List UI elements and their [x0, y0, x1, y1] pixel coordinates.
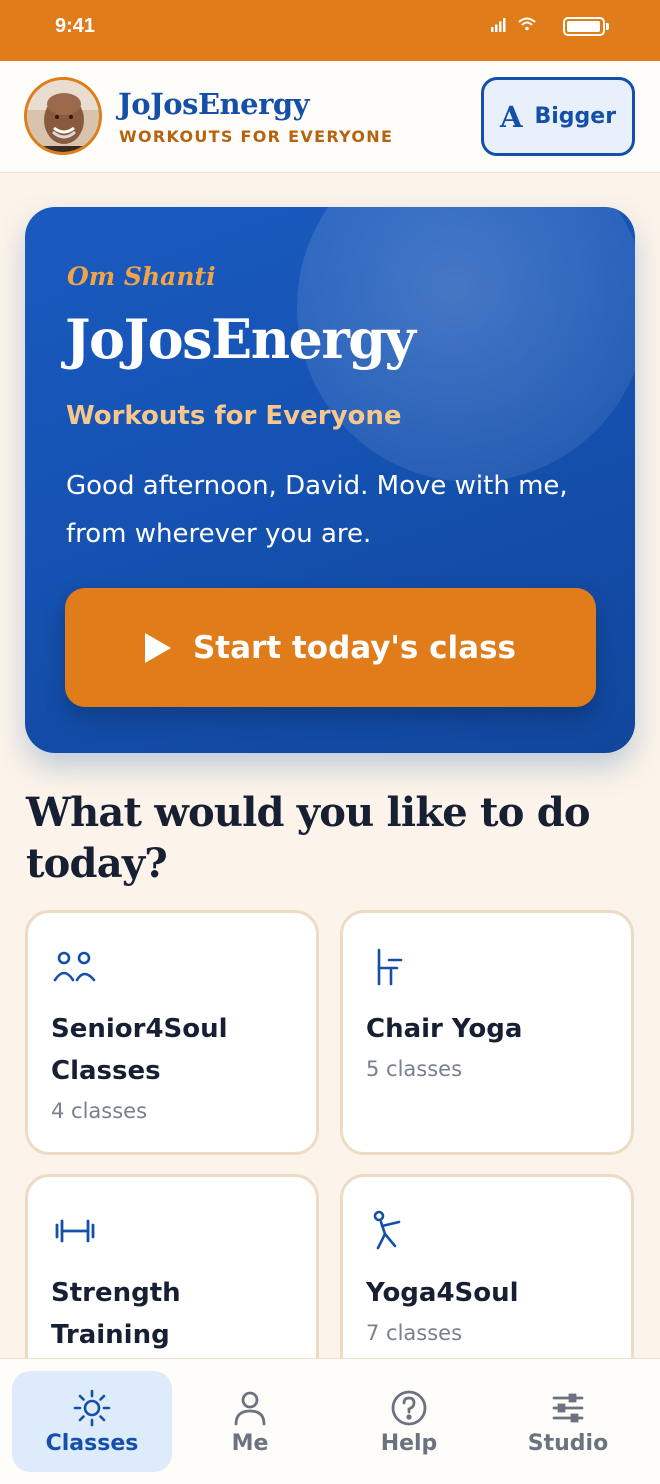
tab-studio[interactable]: Studio: [488, 1371, 648, 1472]
bottom-tab-bar: Classes Me Help Studio: [0, 1358, 660, 1484]
battery-icon: [563, 17, 609, 36]
brand-title: JoJosEnergy: [118, 87, 310, 121]
avatar[interactable]: [24, 77, 102, 155]
avatar-photo: [27, 80, 99, 152]
hero-title: JoJosEnergy: [65, 307, 416, 371]
tab-me[interactable]: Me: [170, 1371, 330, 1472]
help-icon: [391, 1390, 427, 1426]
person-icon: [234, 1391, 266, 1426]
category-name: Yoga4Soul: [366, 1278, 519, 1308]
category-count: 5 classes: [366, 1057, 463, 1081]
status-bar: 9:41: [0, 0, 660, 61]
people-icon: [53, 951, 96, 982]
category-card-senior4soul[interactable]: Senior4Soul Classes 4 classes: [25, 910, 319, 1155]
chair-icon: [377, 948, 403, 986]
section-title: What would you like to do today?: [26, 789, 591, 887]
text-size-label: Bigger: [534, 104, 617, 129]
category-name: Chair Yoga: [366, 1014, 523, 1044]
category-name: Senior4Soul Classes: [51, 1014, 228, 1086]
category-count: 4 classes: [51, 1099, 148, 1123]
tab-label: Me: [231, 1431, 269, 1456]
signal-icon: [491, 18, 506, 32]
tab-classes[interactable]: Classes: [12, 1371, 172, 1472]
play-icon: [144, 632, 171, 663]
yoga-pose-icon: [373, 1210, 401, 1250]
sun-icon: [73, 1389, 111, 1427]
status-time: 9:41: [55, 15, 96, 37]
category-name: Strength Training: [51, 1278, 181, 1350]
category-count: 7 classes: [366, 1321, 463, 1345]
start-class-label: Start today's class: [192, 629, 516, 666]
hero-greeting: Good afternoon, David. Move with me, fro…: [66, 471, 568, 549]
text-size-icon: A: [499, 99, 523, 134]
brand-subtitle: WORKOUTS FOR EVERYONE: [119, 127, 394, 146]
hero-card: Om Shanti JoJosEnergy Workouts for Every…: [25, 207, 635, 753]
tab-label: Classes: [45, 1431, 139, 1456]
dumbbell-icon: [55, 1219, 95, 1243]
start-class-button[interactable]: Start today's class: [65, 588, 596, 707]
hero-kicker: Om Shanti: [67, 262, 216, 291]
category-card-chair-yoga[interactable]: Chair Yoga 5 classes: [340, 910, 634, 1155]
wifi-icon: [518, 17, 536, 31]
text-size-button[interactable]: A Bigger: [481, 77, 635, 156]
sliders-icon: [552, 1393, 584, 1423]
tab-label: Studio: [527, 1431, 609, 1456]
hero-subtitle: Workouts for Everyone: [66, 401, 402, 431]
tab-label: Help: [380, 1431, 438, 1456]
tab-help[interactable]: Help: [329, 1371, 489, 1472]
app-header: JoJosEnergy WORKOUTS FOR EVERYONE A Bigg…: [0, 61, 660, 173]
